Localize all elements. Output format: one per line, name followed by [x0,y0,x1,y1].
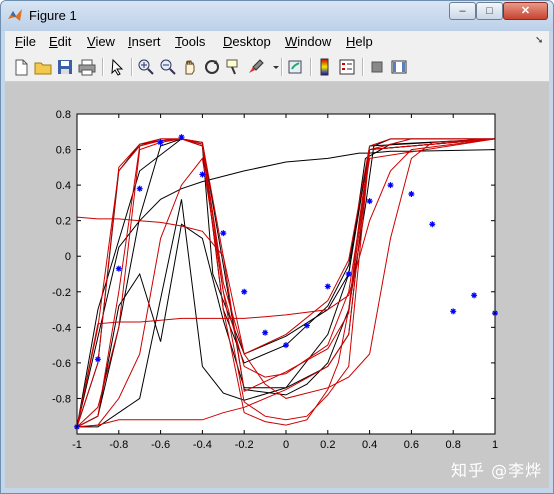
title-bar[interactable]: Figure 1 – □ ✕ [1,1,553,31]
menu-help[interactable]: Help [346,34,373,49]
y-tick-label: 0 [65,251,71,263]
legend-icon[interactable] [337,57,357,77]
y-tick-label: -0.6 [52,358,71,370]
figure-toolbar [5,53,549,82]
y-tick-label: -0.8 [52,393,71,405]
menu-bar: File Edit View Insert Tools Desktop Wind… [5,31,549,53]
line-chart[interactable]: -1 -0.8 -0.6 -0.4 -0.2 0 0.2 0.4 0.6 0.8 1 -0.8 -0.6… [5,82,549,488]
x-tick-label: 0.4 [362,439,377,451]
data-cursor-icon[interactable] [224,57,244,77]
colorbar-icon[interactable] [315,57,335,77]
toolbar-separator [102,58,104,76]
x-tick-label: 0 [283,439,289,451]
y-tick-label: 0.8 [56,109,71,121]
toolbar-separator [362,58,364,76]
toolbar-separator [310,58,312,76]
pan-hand-icon[interactable] [180,57,200,77]
y-tick-label: 0.2 [56,216,71,228]
x-tick-label: -0.6 [151,439,170,451]
menu-edit[interactable]: Edit [49,34,71,49]
x-tick-label: 0.2 [320,439,335,451]
x-tick-label: 1 [492,439,498,451]
print-icon[interactable] [77,57,97,77]
matlab-logo-icon [7,7,23,23]
menu-dock-arrow-icon[interactable]: ➘ [535,35,543,46]
zoom-in-icon[interactable] [136,57,156,77]
brush-icon[interactable] [246,57,266,77]
menu-file[interactable]: File [15,34,36,49]
x-tick-label: -1 [72,439,82,451]
link-plot-icon[interactable] [286,57,306,77]
sample-point-11 [283,342,289,349]
hide-plot-tools-icon[interactable] [367,57,387,77]
y-tick-label: 0.4 [56,180,71,192]
new-figure-icon[interactable] [11,57,31,77]
brush-dropdown-icon[interactable] [266,57,279,77]
x-tick-label: 0.8 [446,439,461,451]
menu-tools[interactable]: Tools [175,34,205,49]
y-tick-label: 0.6 [56,145,71,157]
menu-window[interactable]: Window [285,34,331,49]
watermark-text: 知乎 @李烨 [451,461,543,480]
maximize-button[interactable]: □ [476,2,503,20]
rotate-3d-icon[interactable] [202,57,222,77]
x-tick-label: -0.2 [235,439,254,451]
menu-desktop[interactable]: Desktop [223,34,271,49]
y-tick-label: -0.4 [52,322,71,334]
open-file-icon[interactable] [33,57,53,77]
minimize-button[interactable]: – [449,2,476,20]
y-tick-label: -0.2 [52,287,71,299]
window-title: Figure 1 [29,8,77,23]
close-button[interactable]: ✕ [503,2,548,20]
figure-canvas: -1 -0.8 -0.6 -0.4 -0.2 0 0.2 0.4 0.6 0.8 1 -0.8 -0.6… [5,82,549,488]
toolbar-separator [281,58,283,76]
show-plot-tools-icon[interactable] [389,57,409,77]
menu-view[interactable]: View [87,34,115,49]
menu-insert[interactable]: Insert [128,34,161,49]
figure-window: Figure 1 – □ ✕ File Edit View Insert Too… [0,0,554,494]
x-tick-label: -0.8 [109,439,128,451]
zoom-out-icon[interactable] [158,57,178,77]
x-tick-label: 0.6 [404,439,419,451]
toolbar-separator [131,58,133,76]
save-icon[interactable] [55,57,75,77]
pointer-icon[interactable] [107,57,127,77]
x-tick-label: -0.4 [193,439,212,451]
